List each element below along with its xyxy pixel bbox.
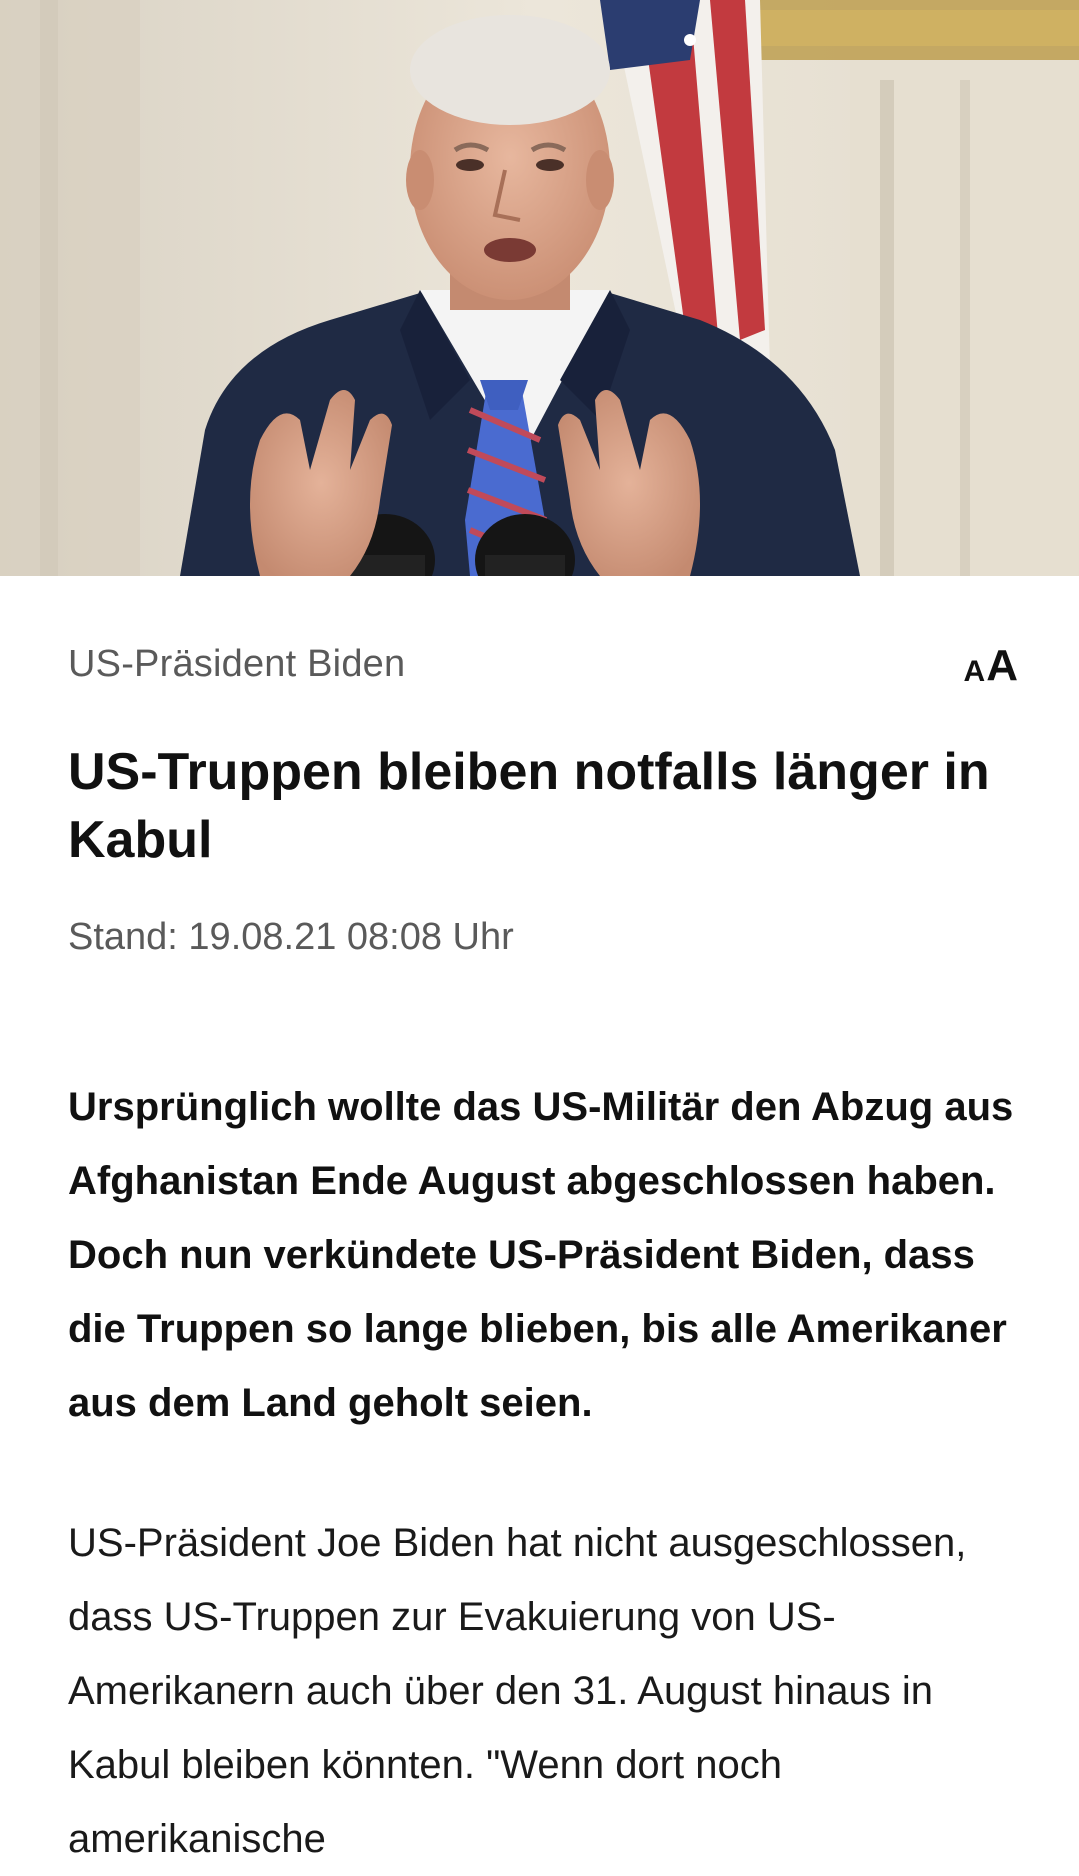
font-size-small-icon: A — [963, 655, 986, 688]
topline-row: US-Präsident Biden A A — [68, 642, 1018, 690]
article-hero-image[interactable] — [0, 0, 1079, 576]
font-size-large-icon: A — [986, 641, 1018, 690]
article-topline: US-Präsident Biden — [68, 643, 406, 685]
article-dateline: Stand: 19.08.21 08:08 Uhr — [68, 916, 514, 958]
article-teaser: Ursprünglich wollte das US-Militär den A… — [68, 1085, 1014, 1425]
article-body-paragraph: US-Präsident Joe Biden hat nicht ausgesc… — [68, 1521, 967, 1861]
article-headline: US-Truppen bleiben notfalls länger in Ka… — [68, 743, 990, 869]
biden-photo — [0, 0, 1079, 576]
font-size-toggle-button[interactable]: A A — [964, 636, 1018, 690]
